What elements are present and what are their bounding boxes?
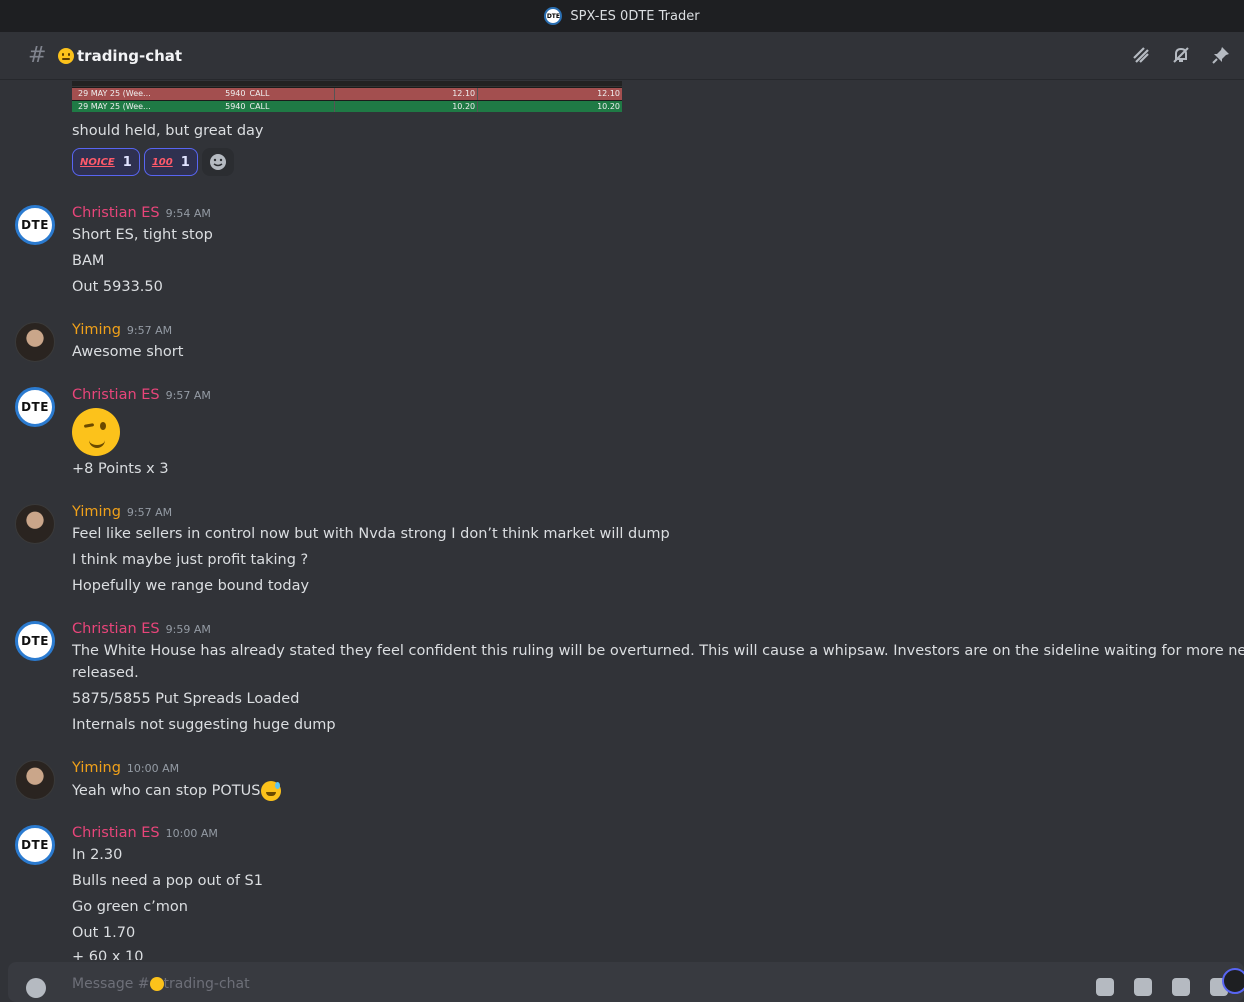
grinning-sweat-icon (261, 781, 282, 801)
author-name[interactable]: Christian ES (72, 205, 160, 221)
placeholder-prefix: Message # (72, 976, 150, 992)
message-text: Internals not suggesting huge dump (72, 717, 336, 733)
avatar[interactable]: DTE (15, 387, 55, 427)
cell-type: CALL (245, 88, 336, 100)
cell-price: 10.20 (335, 101, 479, 112)
avatar[interactable] (15, 760, 55, 800)
author-name[interactable]: Yiming (72, 504, 121, 520)
message-composer[interactable]: Message # trading-chat (8, 962, 1244, 1002)
grinning-face-icon (58, 47, 74, 64)
message-text: +8 Points x 3 (72, 461, 169, 477)
reaction-count: 1 (180, 154, 190, 170)
message-text: released. (72, 665, 139, 681)
cell-type: CALL (245, 101, 336, 112)
message-text: In 2.30 (72, 847, 123, 863)
table-row: 29 MAY 25 (Wee... 5940 CALL 10.20 10.20 (72, 101, 622, 112)
add-reaction-button[interactable] (201, 148, 234, 176)
grinning-face-icon (149, 977, 164, 991)
cell-avg-price: 12.10 (597, 89, 620, 98)
message-header: Christian ES 9:54 AM (72, 205, 211, 221)
avatar[interactable]: DTE (15, 825, 55, 865)
cell-expiry: 29 MAY 25 (Wee... (78, 102, 151, 111)
cell-strike: 5940 (225, 102, 246, 111)
avatar[interactable]: DTE (15, 205, 55, 245)
message-text: I think maybe just profit taking ? (72, 552, 309, 568)
gift-icon[interactable] (1096, 978, 1114, 996)
avatar[interactable] (15, 322, 55, 362)
message-header: Christian ES 9:57 AM (72, 387, 211, 403)
add-attachment-icon[interactable] (26, 978, 46, 998)
message-input[interactable]: Message # trading-chat (72, 976, 250, 992)
cell-avg-price: 10.20 (597, 102, 620, 111)
reaction-100[interactable]: 100 1 (143, 148, 198, 176)
notification-mute-icon[interactable] (1170, 44, 1192, 66)
message-text: 5875/5855 Put Spreads Loaded (72, 691, 300, 707)
message-text: Hopefully we range bound today (72, 578, 310, 594)
timestamp: 9:54 AM (165, 207, 211, 220)
message-text: Yeah who can stop POTUS (72, 783, 261, 799)
channel-header: # trading-chat (0, 32, 1244, 80)
table-row: 29 MAY 25 (Wee... 5940 CALL 12.10 12.10 (72, 88, 622, 100)
noice-icon: NOICE (80, 156, 115, 168)
smile-icon (209, 154, 226, 170)
message-text: Out 5933.50 (72, 279, 163, 295)
message-text: Go green c’mon (72, 899, 188, 915)
table-header (72, 81, 622, 87)
reaction-count: 1 (122, 154, 132, 170)
placeholder-channel: trading-chat (163, 976, 250, 992)
cell-expiry: 29 MAY 25 (Wee... (78, 89, 151, 98)
message-list[interactable]: 29 MAY 25 (Wee... 5940 CALL 12.10 12.10 … (0, 81, 1244, 960)
avatar[interactable]: DTE (15, 621, 55, 661)
composer-actions (1096, 978, 1228, 996)
author-name[interactable]: Christian ES (72, 621, 160, 637)
channel-toolbar (1130, 44, 1232, 66)
message-text: Out 1.70 (72, 925, 136, 941)
timestamp: 9:57 AM (126, 506, 173, 519)
timestamp: 9:59 AM (165, 623, 211, 636)
author-name[interactable]: Christian ES (72, 387, 160, 403)
cell-price: 12.10 (335, 88, 479, 100)
message-text: Short ES, tight stop (72, 227, 213, 243)
reaction-noice[interactable]: NOICE 1 (72, 148, 140, 176)
threads-icon[interactable] (1130, 44, 1152, 66)
message-header: Yiming 9:57 AM (72, 322, 172, 338)
author-name[interactable]: Yiming (72, 760, 121, 776)
reaction-bar: NOICE 1 100 1 (72, 148, 234, 176)
message-text: Bulls need a pop out of S1 (72, 873, 263, 889)
message-header: Christian ES 10:00 AM (72, 825, 218, 841)
winking-face-icon (72, 408, 120, 456)
timestamp: 10:00 AM (126, 762, 180, 775)
avatar[interactable] (15, 504, 55, 544)
channel-name: trading-chat (77, 46, 183, 65)
author-name[interactable]: Christian ES (72, 825, 160, 841)
message-text: should held, but great day (72, 123, 264, 139)
timestamp: 10:00 AM (165, 827, 218, 840)
message-header: Christian ES 9:59 AM (72, 621, 211, 637)
message-text: Awesome short (72, 344, 184, 360)
user-avatar[interactable] (1222, 968, 1244, 994)
message-text: BAM (72, 253, 105, 269)
author-name[interactable]: Yiming (72, 322, 121, 338)
window-title: SPX-ES 0DTE Trader (570, 8, 700, 24)
hashtag-icon: # (28, 43, 47, 68)
trade-screenshot-attachment[interactable]: 29 MAY 25 (Wee... 5940 CALL 12.10 12.10 … (72, 81, 622, 112)
cell-strike: 5940 (225, 89, 246, 98)
message-text: Feel like sellers in control now but wit… (72, 526, 670, 542)
pin-icon[interactable] (1210, 44, 1232, 66)
message-line: Yeah who can stop POTUS (72, 781, 282, 801)
gif-icon[interactable] (1134, 978, 1152, 996)
timestamp: 9:57 AM (165, 389, 211, 402)
server-logo-icon: DTE (544, 7, 563, 25)
timestamp: 9:57 AM (126, 324, 173, 337)
message-header: Yiming 10:00 AM (72, 760, 179, 776)
message-text: The White House has already stated they … (72, 643, 1244, 659)
message-header: Yiming 9:57 AM (72, 504, 172, 520)
message-text: + 60 x 10 (72, 949, 144, 960)
sticker-icon[interactable] (1172, 978, 1190, 996)
100-icon: 100 (151, 156, 173, 168)
window-titlebar: DTE SPX-ES 0DTE Trader (0, 0, 1244, 32)
